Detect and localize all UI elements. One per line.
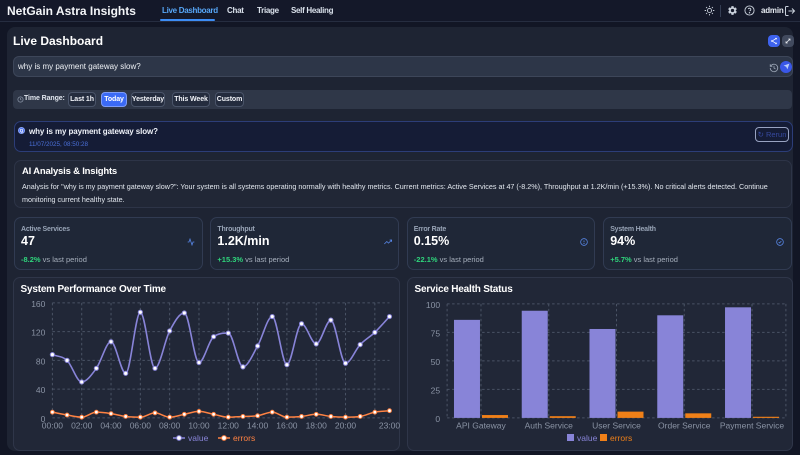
svg-text:04:00: 04:00 (100, 421, 122, 431)
svg-text:23:00: 23:00 (379, 421, 401, 431)
svg-text:12:00: 12:00 (218, 421, 240, 431)
svg-text:00:00: 00:00 (42, 421, 64, 431)
svg-text:120: 120 (31, 328, 45, 338)
svg-text:06:00: 06:00 (130, 421, 152, 431)
svg-text:40: 40 (36, 385, 46, 395)
svg-text:10:00: 10:00 (188, 421, 210, 431)
svg-text:0: 0 (435, 414, 440, 424)
svg-text:100: 100 (426, 300, 440, 310)
svg-text:value: value (188, 433, 209, 443)
svg-text:Payment Service: Payment Service (720, 421, 785, 431)
svg-text:Order Service: Order Service (658, 421, 711, 431)
svg-text:errors: errors (233, 433, 255, 443)
svg-text:25: 25 (431, 385, 441, 395)
svg-text:18:00: 18:00 (306, 421, 328, 431)
svg-text:160: 160 (31, 299, 45, 309)
svg-text:value: value (577, 433, 598, 443)
svg-text:errors: errors (610, 433, 632, 443)
svg-text:User Service: User Service (592, 421, 641, 431)
svg-text:80: 80 (36, 356, 46, 366)
svg-text:50: 50 (431, 357, 441, 367)
svg-text:16:00: 16:00 (276, 421, 298, 431)
svg-text:14:00: 14:00 (247, 421, 269, 431)
svg-text:02:00: 02:00 (71, 421, 93, 431)
svg-text:API Gateway: API Gateway (456, 421, 506, 431)
svg-text:75: 75 (431, 328, 441, 338)
svg-text:Auth Service: Auth Service (525, 421, 573, 431)
svg-text:08:00: 08:00 (159, 421, 181, 431)
svg-text:20:00: 20:00 (335, 421, 357, 431)
